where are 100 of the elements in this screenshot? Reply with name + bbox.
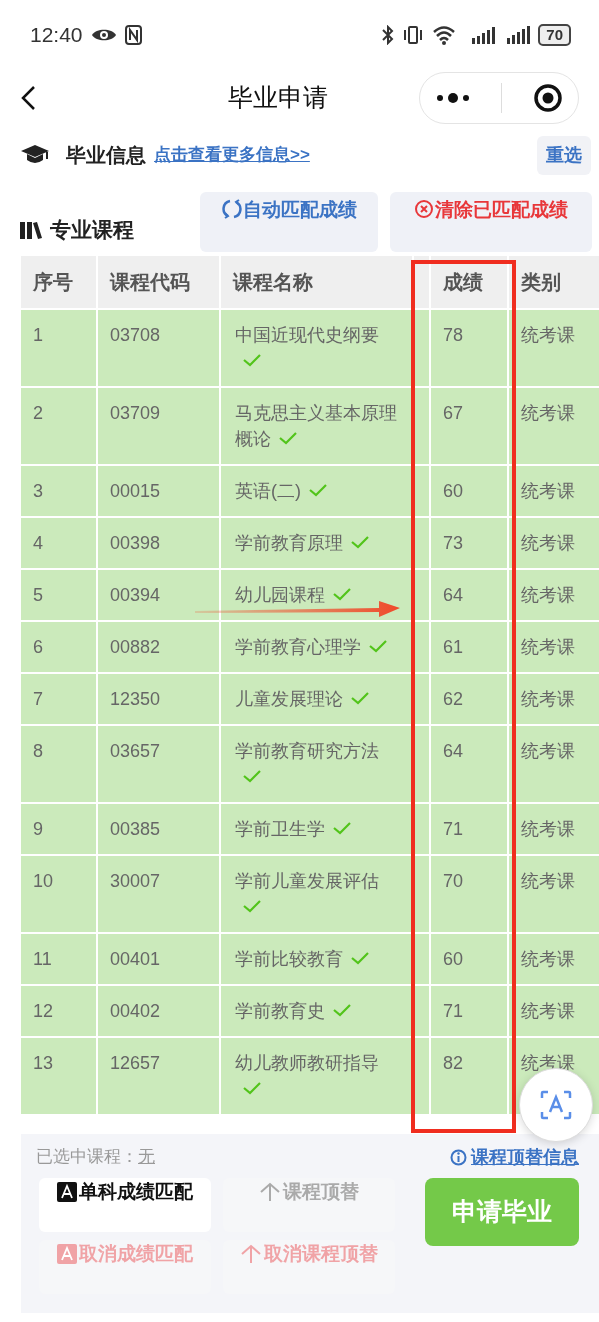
table-cell: 12350 (97, 673, 220, 725)
table-cell: 71 (430, 803, 508, 855)
up-arrow-icon (240, 1244, 262, 1264)
table-cell: 03657 (97, 725, 220, 803)
table-cell: 统考课 (521, 325, 575, 345)
bluetooth-icon (382, 25, 395, 45)
table-cell: 5 (21, 569, 97, 621)
table-cell: 00401 (97, 933, 220, 985)
table-cell: 9 (21, 803, 97, 855)
table-cell: 统考课 (521, 819, 575, 839)
table-cell: 73 (430, 517, 508, 569)
more-icon[interactable] (435, 93, 470, 103)
section-title: 毕业信息 (66, 143, 146, 168)
table-cell: 13 (21, 1037, 97, 1115)
table-cell: 儿童发展理论 (235, 689, 343, 709)
books-icon (20, 221, 42, 239)
table-cell: 6 (21, 621, 97, 673)
table-cell: 统考课 (521, 871, 575, 891)
eye-icon (90, 27, 117, 43)
table-cell: 统考课 (521, 403, 575, 423)
refresh-icon (221, 198, 242, 219)
table-cell: 4 (21, 517, 97, 569)
table-cell: 82 (430, 1037, 508, 1115)
table-cell: 12657 (97, 1037, 220, 1115)
table-cell: 30007 (97, 855, 220, 933)
info-icon (450, 1148, 467, 1166)
table-cell: 学前儿童发展评估 (235, 871, 379, 891)
text-scan-icon (540, 1090, 572, 1120)
back-icon[interactable] (20, 85, 36, 111)
table-cell: 幼儿教师教研指导 (235, 1053, 379, 1073)
table-cell: 中国近现代史纲要 (235, 325, 379, 345)
table-cell: 8 (21, 725, 97, 803)
up-arrow-icon (259, 1182, 281, 1202)
table-cell: 00015 (97, 465, 220, 517)
table-cell: 1 (21, 309, 97, 387)
table-cell: 00402 (97, 985, 220, 1037)
column-header: 序号 (21, 256, 97, 309)
more-info-link[interactable]: 点击查看更多信息>> (154, 142, 310, 168)
table-cell: 64 (430, 569, 508, 621)
table-cell: 统考课 (521, 637, 575, 657)
clear-matches-button[interactable]: 清除已匹配成绩 (390, 192, 592, 252)
selected-label: 已选中课程： (36, 1147, 138, 1167)
battery-level: 70 (538, 24, 571, 46)
table-cell: 00385 (97, 803, 220, 855)
clock: 12:40 (30, 22, 83, 49)
table-cell: 学前教育史 (235, 1001, 325, 1021)
column-header: 类别 (508, 256, 599, 309)
table-cell: 幼儿园课程 (235, 585, 325, 605)
table-cell: 3 (21, 465, 97, 517)
table-cell: 64 (430, 725, 508, 803)
table-cell: 7 (21, 673, 97, 725)
table-cell: 学前教育研究方法 (235, 741, 379, 761)
table-cell: 00882 (97, 621, 220, 673)
table-cell: 11 (21, 933, 97, 985)
close-target-icon[interactable] (532, 83, 563, 113)
wifi-icon (432, 25, 457, 45)
score-match-button[interactable]: 单科成绩匹配 (39, 1178, 211, 1232)
table-cell: 61 (430, 621, 508, 673)
table-cell: 学前教育心理学 (235, 637, 361, 657)
table-cell: 统考课 (521, 741, 575, 761)
letter-a-icon (57, 1182, 77, 1202)
page-title: 毕业申请 (227, 82, 328, 114)
table-cell: 统考课 (521, 1001, 575, 1021)
table-cell: 统考课 (521, 533, 575, 553)
section-title: 专业课程 (50, 217, 134, 244)
table-cell: 马克思主义基本原理概论 (235, 403, 397, 449)
table-cell: 10 (21, 855, 97, 933)
table-cell: 60 (430, 933, 508, 985)
table-cell: 67 (430, 387, 508, 465)
table-cell: 学前比较教育 (235, 949, 343, 969)
vibrate-icon (402, 25, 425, 45)
table-cell: 统考课 (521, 689, 575, 709)
table-cell: 03708 (97, 309, 220, 387)
letter-a-icon (57, 1244, 77, 1264)
graduation-cap-icon (20, 144, 50, 166)
selected-value: 无 (138, 1147, 155, 1167)
table-cell: 00394 (97, 569, 220, 621)
table-cell: 78 (430, 309, 508, 387)
table-cell: 60 (430, 465, 508, 517)
table-cell: 03709 (97, 387, 220, 465)
auto-match-button[interactable]: 自动匹配成绩 (200, 192, 378, 252)
table-cell: 学前教育原理 (235, 533, 343, 553)
table-cell: 2 (21, 387, 97, 465)
table-cell: 英语(二) (235, 481, 301, 501)
nfc-icon (124, 25, 142, 45)
column-header: 课程代码 (97, 256, 220, 309)
table-cell: 统考课 (521, 949, 575, 969)
column-header: 成绩 (430, 256, 508, 309)
table-cell: 统考课 (521, 585, 575, 605)
clear-icon (414, 198, 434, 219)
table-cell: 12 (21, 985, 97, 1037)
table-cell: 00398 (97, 517, 220, 569)
signal-icon (506, 26, 531, 44)
table-cell: 统考课 (521, 481, 575, 501)
reset-button[interactable]: 重选 (537, 136, 591, 175)
table-cell: 70 (430, 855, 508, 933)
column-header: 课程名称 (220, 256, 413, 309)
table-cell: 62 (430, 673, 508, 725)
table-cell: 学前卫生学 (235, 819, 325, 839)
table-cell: 71 (430, 985, 508, 1037)
